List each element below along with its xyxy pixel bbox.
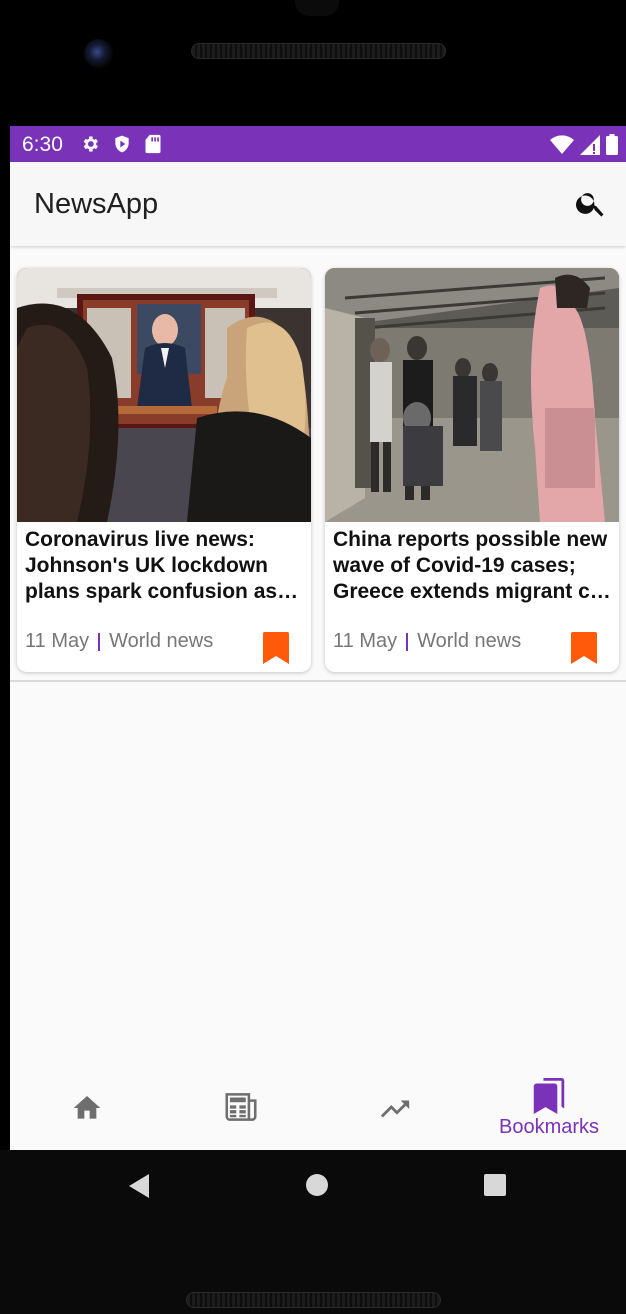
nav-item-trending[interactable] [318,1070,472,1150]
front-camera [84,39,113,68]
gear-icon [80,134,100,154]
battery-icon [606,134,618,155]
back-triangle-icon [129,1174,149,1198]
app-title: NewsApp [34,188,159,220]
article-card[interactable]: Coronavirus live news: Johnson's UK lock… [17,268,311,672]
earpiece-speaker [191,43,446,59]
article-title: China reports possible new wave of Covid… [333,528,611,603]
home-icon [73,1096,101,1119]
list-divider [10,680,626,682]
article-image [325,268,619,522]
nav-item-home[interactable] [10,1070,164,1150]
search-button[interactable] [574,186,608,220]
bottom-navigation: Bookmarks [10,1070,626,1150]
app-screen: 6:30 NewsApp Coronavirus live news: John… [10,126,626,1150]
bookmark-button[interactable] [571,632,597,664]
device-left-bezel [0,126,10,1150]
article-title: Coronavirus live news: Johnson's UK lock… [25,528,278,603]
search-icon [576,193,604,217]
article-image [17,268,311,522]
article-date: 11 May [25,630,90,652]
bookmark-button[interactable] [263,632,289,664]
system-recents-button[interactable] [484,1174,506,1196]
device-notch [295,0,339,16]
nav-label-bookmarks: Bookmarks [498,1116,600,1138]
newspaper-icon [225,1093,257,1121]
article-meta: 11 May World news [333,630,521,653]
status-bar: 6:30 [10,126,626,162]
article-date: 11 May [333,630,398,652]
device-top-bezel [0,0,626,126]
status-time: 6:30 [22,133,63,156]
nav-item-bookmarks[interactable]: Bookmarks [472,1070,626,1150]
system-back-button[interactable] [127,1172,151,1205]
signal-icon [580,134,600,155]
meta-divider [98,632,101,651]
bookmark-icon [263,632,289,664]
bottom-speaker [186,1292,441,1308]
shield-icon [112,134,132,154]
article-meta: 11 May World news [25,630,213,653]
bookmarks-icon [533,1078,565,1114]
meta-divider [406,632,409,651]
nav-item-headlines[interactable] [164,1070,318,1150]
wifi-icon [550,134,574,155]
article-card[interactable]: China reports possible new wave of Covid… [325,268,619,672]
top-app-bar: NewsApp [10,162,626,246]
bookmark-icon [571,632,597,664]
article-category: World news [109,630,214,652]
system-home-button[interactable] [306,1174,328,1196]
article-category: World news [417,630,522,652]
trending-icon [380,1100,410,1118]
sd-card-icon [144,134,162,154]
